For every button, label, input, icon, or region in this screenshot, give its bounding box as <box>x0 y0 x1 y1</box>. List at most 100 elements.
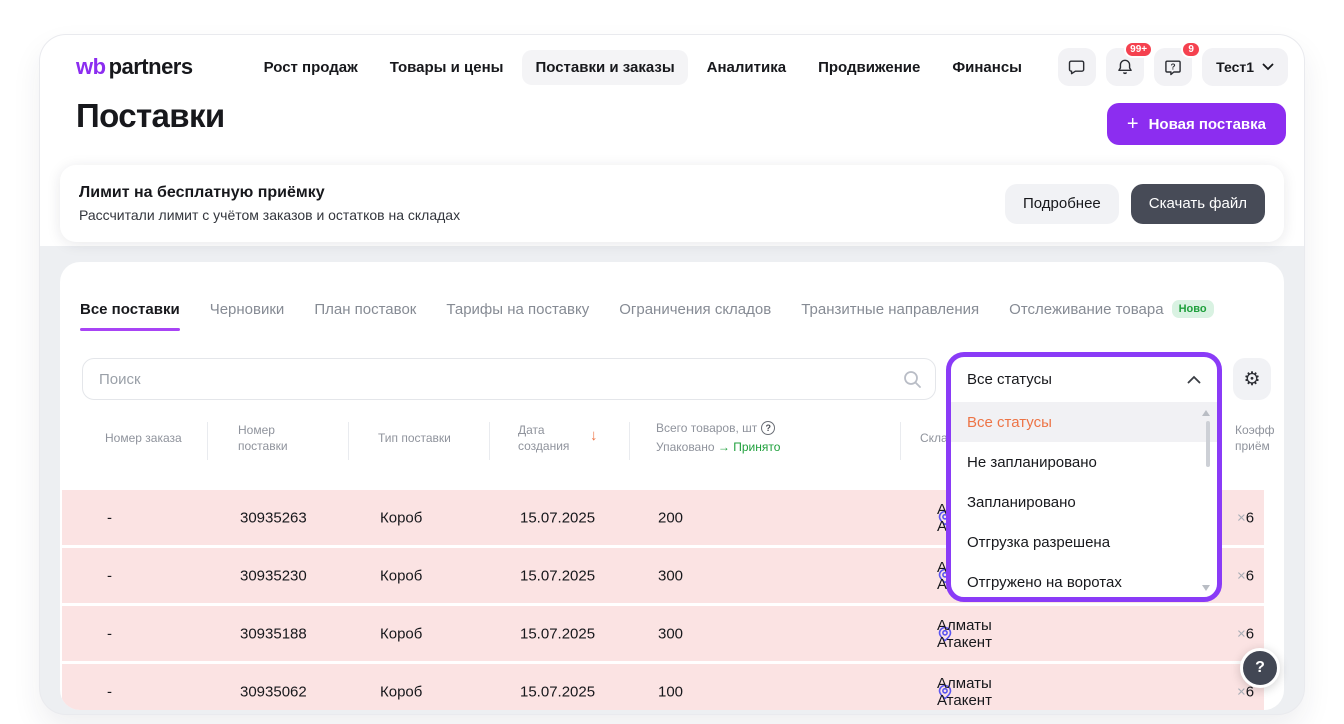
table-settings-button[interactable]: ⚙ <box>1233 358 1271 400</box>
cell-supply-type: Короб <box>380 683 422 700</box>
cell-date-created: 15.07.2025 <box>520 567 595 584</box>
cell-supply-number: 30935062 <box>240 683 307 700</box>
cell-acceptance-coefficient: ×6 <box>1237 509 1254 526</box>
sort-desc-icon[interactable]: ↓ <box>590 427 598 444</box>
tab[interactable]: Отслеживание товараНово <box>1009 300 1213 331</box>
status-option[interactable]: Отгружено на воротах <box>951 562 1217 602</box>
banner-subtitle: Рассчитали лимит с учётом заказов и оста… <box>79 207 460 223</box>
warehouse-name: Алматы Атакент <box>937 675 992 709</box>
table-row[interactable]: - 30935062 Короб 15.07.2025 100 Алматы А… <box>62 664 1264 710</box>
status-filter-dropdown: Все статусы Все статусыНе запланированоЗ… <box>946 352 1222 602</box>
scrollbar-thumb[interactable] <box>1206 421 1210 467</box>
page: wb partners Рост продажТовары и ценыПост… <box>0 0 1344 724</box>
logo-wb: wb <box>76 54 106 80</box>
nav-item[interactable]: Товары и цены <box>377 50 517 85</box>
table-row[interactable]: - 30935188 Короб 15.07.2025 300 Алматы А… <box>62 606 1264 661</box>
gear-icon: ⚙ <box>1243 368 1260 391</box>
notifications-badge: 99+ <box>1124 41 1153 58</box>
column-header-total: Всего товаров, шт? Упаковано → Принято <box>656 420 780 455</box>
tab[interactable]: Ограничения складов <box>619 300 771 331</box>
column-header-order: Номер заказа <box>105 430 182 446</box>
column-header-coefficient: Коэфф приём <box>1235 422 1284 454</box>
tabs-bar: Все поставки Черновики План поставок Тарифы… <box>80 300 1214 331</box>
header-divider <box>348 422 349 460</box>
scrollbar-up-arrow[interactable] <box>1202 410 1210 416</box>
top-section: wb partners Рост продажТовары и ценыПост… <box>40 35 1304 246</box>
cell-supply-type: Короб <box>380 567 422 584</box>
header-divider <box>489 422 490 460</box>
support-button[interactable]: ? 9 <box>1154 48 1192 86</box>
header-divider <box>207 422 208 460</box>
top-navigation: wb partners Рост продажТовары и ценыПост… <box>76 47 1288 87</box>
cell-supply-number: 30935188 <box>240 625 307 642</box>
support-badge: 9 <box>1181 41 1201 58</box>
chevron-down-icon <box>1262 63 1274 71</box>
header-divider <box>900 422 901 460</box>
cell-date-created: 15.07.2025 <box>520 625 595 642</box>
help-fab-button[interactable]: ? <box>1240 648 1280 688</box>
cell-warehouse: Алматы Атакент <box>937 626 953 642</box>
tab[interactable]: Тарифы на поставку <box>446 300 589 331</box>
svg-text:?: ? <box>1171 62 1176 72</box>
banner-title: Лимит на бесплатную приёмку <box>79 184 460 202</box>
user-menu-button[interactable]: Тест1 <box>1202 48 1288 86</box>
logo-partners: partners <box>109 54 193 80</box>
search-input[interactable] <box>82 358 936 400</box>
status-option[interactable]: Отгрузка разрешена <box>951 522 1217 562</box>
cell-total-items: 100 <box>658 683 683 700</box>
cell-supply-type: Короб <box>380 625 422 642</box>
banner-actions: Подробнее Скачать файл <box>1005 184 1265 224</box>
status-option[interactable]: Не запланировано <box>951 442 1217 482</box>
new-badge: Ново <box>1172 300 1214 318</box>
status-option[interactable]: Запланировано <box>951 482 1217 522</box>
cell-order-number: - <box>107 683 112 700</box>
chat-icon <box>1067 57 1087 77</box>
app-container: wb partners Рост продажТовары и ценыПост… <box>40 35 1304 714</box>
cell-supply-number: 30935263 <box>240 509 307 526</box>
user-name: Тест1 <box>1216 59 1254 75</box>
help-bubble-icon: ? <box>1163 57 1183 77</box>
nav-item[interactable]: Поставки и заказы <box>522 50 687 85</box>
supplies-card: Все поставки Черновики План поставок Тарифы… <box>60 262 1284 710</box>
cell-order-number: - <box>107 509 112 526</box>
tab[interactable]: Черновики <box>210 300 285 331</box>
cell-order-number: - <box>107 625 112 642</box>
search-icon <box>902 369 922 389</box>
cell-acceptance-coefficient: ×6 <box>1237 567 1254 584</box>
column-header-date[interactable]: Дата создания <box>518 422 582 454</box>
arrow-right-icon: → <box>718 440 730 454</box>
status-selected-value: Все статусы <box>967 371 1052 388</box>
status-select[interactable]: Все статусы <box>951 357 1217 402</box>
tab[interactable]: Транзитные направления <box>801 300 979 331</box>
nav-item[interactable]: Рост продаж <box>251 50 371 85</box>
banner-text: Лимит на бесплатную приёмку Рассчитали л… <box>79 184 460 223</box>
nav-item[interactable]: Аналитика <box>694 50 799 85</box>
warehouse-name: Алматы Атакент <box>937 617 992 651</box>
main-nav: Рост продажТовары и ценыПоставки и заказ… <box>251 50 1035 85</box>
cell-total-items: 300 <box>658 625 683 642</box>
nav-item[interactable]: Продвижение <box>805 50 933 85</box>
column-header-supply: Номер поставки <box>238 422 308 454</box>
cell-date-created: 15.07.2025 <box>520 683 595 700</box>
status-options-list: Все статусыНе запланированоЗапланировано… <box>951 402 1217 602</box>
new-supply-button[interactable]: + Новая поставка <box>1107 103 1286 145</box>
cell-warehouse: Алматы Атакент <box>937 684 953 700</box>
nav-item[interactable]: Финансы <box>939 50 1035 85</box>
cell-acceptance-coefficient: ×6 <box>1237 625 1254 642</box>
tab[interactable]: Все поставки <box>80 300 180 331</box>
cell-total-items: 300 <box>658 567 683 584</box>
notifications-button[interactable]: 99+ <box>1106 48 1144 86</box>
cell-supply-type: Короб <box>380 509 422 526</box>
cell-order-number: - <box>107 567 112 584</box>
scrollbar-down-arrow[interactable] <box>1202 585 1210 591</box>
info-icon[interactable]: ? <box>761 421 775 435</box>
brand-logo[interactable]: wb partners <box>76 54 193 80</box>
chat-button[interactable] <box>1058 48 1096 86</box>
details-button[interactable]: Подробнее <box>1005 184 1119 224</box>
status-option[interactable]: Все статусы <box>951 402 1217 442</box>
download-file-button[interactable]: Скачать файл <box>1131 184 1265 224</box>
bell-icon <box>1115 57 1135 77</box>
header-divider <box>629 422 630 460</box>
tab[interactable]: План поставок <box>314 300 416 331</box>
cell-date-created: 15.07.2025 <box>520 509 595 526</box>
